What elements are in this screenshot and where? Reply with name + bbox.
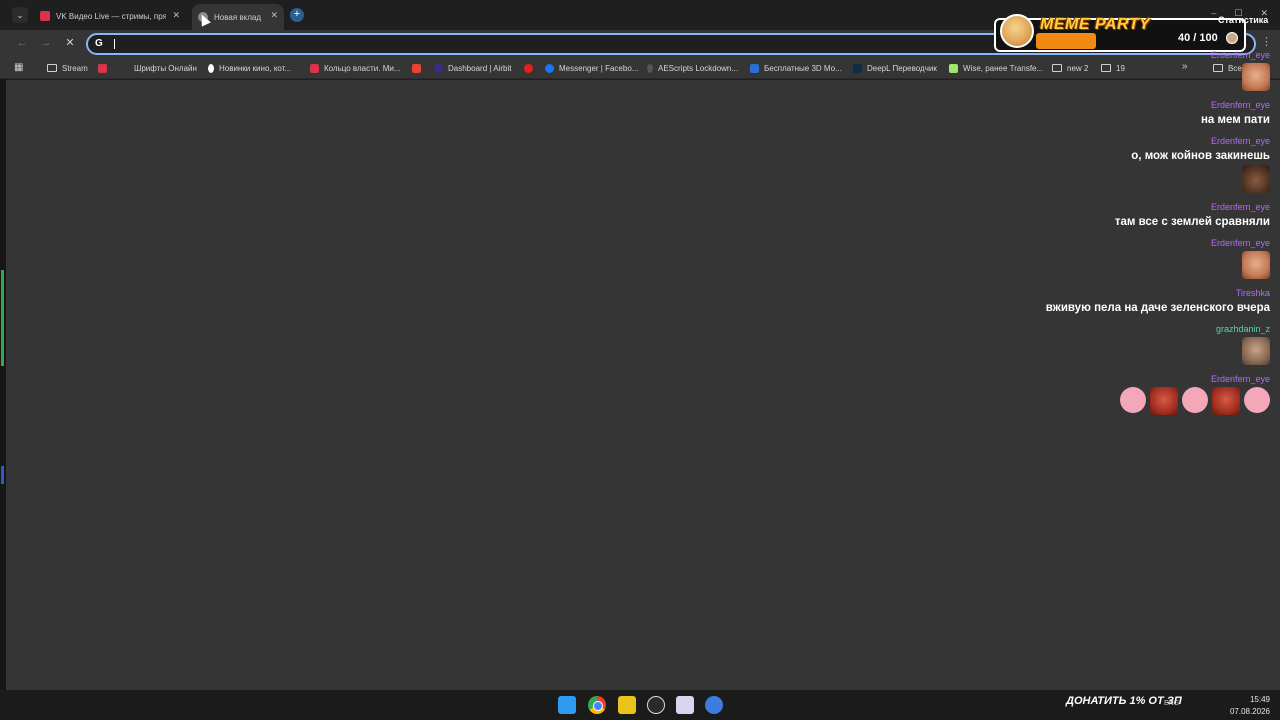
tab-favicon-icon <box>40 11 50 21</box>
browser-menu-icon[interactable]: ⋮ <box>1261 35 1272 48</box>
bookmark-gmail[interactable] <box>412 62 426 74</box>
bookmark-movies[interactable]: Новинки кино, кот... <box>208 62 291 74</box>
bookmark-messenger[interactable]: Messenger | Facebo... <box>545 62 638 74</box>
bookmark-rings-of-power[interactable]: Кольцо власти. Ми... <box>310 62 401 74</box>
chat-username: Erdenfern_eye <box>1210 50 1270 60</box>
close-tab-icon[interactable]: ✕ <box>270 10 278 21</box>
cup-emote-icon <box>1242 165 1270 193</box>
coin-icon <box>1226 32 1238 44</box>
tab-vk-video[interactable]: VK Видео Live — стримы, пря ✕ <box>34 4 186 28</box>
stop-loading-icon[interactable]: ✕ <box>62 35 78 51</box>
gmail-icon <box>412 63 421 73</box>
red-face-emote-icon <box>1150 387 1178 415</box>
bookmark-fonts[interactable]: Шрифты Онлайн <box>134 62 197 74</box>
windows-start-icon[interactable] <box>558 696 576 714</box>
left-edge-green-marker <box>1 270 4 366</box>
face-emote-icon <box>1242 63 1270 91</box>
close-tab-icon[interactable]: ✕ <box>172 10 180 21</box>
chat-username: grazhdanin_z <box>1215 324 1270 334</box>
bookmark-vk[interactable] <box>98 62 112 74</box>
chat-username: Erdenfern_eye <box>1210 374 1270 384</box>
taskbar: ДОНАТИТЬ 1% ОТ ЗП ENG 15:49 07.08.2026 <box>0 690 1280 720</box>
site-icon <box>310 63 319 73</box>
deepl-icon <box>853 63 862 73</box>
meme-party-widget: MEME PARTY 40 / 100 <box>994 14 1246 52</box>
meme-progress-bar <box>1036 33 1096 49</box>
bookmark-youtube[interactable] <box>524 62 538 74</box>
vk-icon <box>98 63 107 73</box>
pig-emote-icon <box>1120 387 1146 413</box>
bookmark-airbit[interactable]: Dashboard | Airbit <box>434 62 511 74</box>
clock-date: 07.08.2026 <box>1229 707 1270 716</box>
chat-message: Erdenfern_eye <box>1010 374 1270 415</box>
language-indicator[interactable]: ENG <box>1164 700 1179 707</box>
left-edge-blue-marker <box>1 466 4 484</box>
discord-icon[interactable] <box>676 696 694 714</box>
text-caret <box>114 39 115 49</box>
google-icon: G <box>95 38 103 49</box>
chrome-icon[interactable] <box>588 696 606 714</box>
forward-icon[interactable]: → <box>38 35 54 51</box>
chat-message: Erdenfern_eye там все с землей сравняли <box>1010 202 1270 229</box>
pig-emote-icon <box>1182 387 1208 413</box>
meme-party-count: 40 / 100 <box>1178 32 1218 44</box>
facebook-icon <box>545 63 554 73</box>
chat-username: Erdenfern_eye <box>1210 100 1270 110</box>
chat-message: grazhdanin_z <box>1010 324 1270 365</box>
chat-message: Tireshka вживую пела на даче зеленского … <box>1010 288 1270 315</box>
chat-message: Erdenfern_eye <box>1010 50 1270 91</box>
folder-icon <box>47 64 57 72</box>
youtube-icon <box>524 63 533 73</box>
bookmark-3d-models[interactable]: Бесплатные 3D Мо... <box>750 62 842 74</box>
chat-username: Erdenfern_eye <box>1210 202 1270 212</box>
red-face-emote-icon <box>1212 387 1240 415</box>
chat-username: Erdenfern_eye <box>1210 238 1270 248</box>
chat-message: Erdenfern_eye о, мож койнов закинешь <box>1010 136 1270 193</box>
doge-avatar <box>1000 14 1034 48</box>
chat-text: вживую пела на даче зеленского вчера <box>1045 302 1270 314</box>
clock[interactable]: 15:49 07.08.2026 <box>1226 694 1270 718</box>
meme-party-title: MEME PARTY <box>1040 16 1151 33</box>
tab-search-button[interactable]: ⌄ <box>12 7 28 23</box>
chat-username: Erdenfern_eye <box>1210 136 1270 146</box>
stream-chat: Erdenfern_eye Erdenfern_eye на мем пати … <box>1010 50 1270 424</box>
app-icon[interactable] <box>647 696 665 714</box>
clock-time: 15:49 <box>1249 695 1270 704</box>
3d-icon <box>750 63 759 73</box>
file-explorer-icon[interactable] <box>618 696 636 714</box>
tab-title: VK Видео Live — стримы, пря <box>56 11 166 21</box>
app-icon[interactable] <box>705 696 723 714</box>
bookmark-aescripts[interactable]: AEScripts Lockdown... <box>647 62 738 74</box>
new-tab-button[interactable]: + <box>290 8 304 22</box>
tab-title: Новая вклад <box>214 12 262 22</box>
chat-message: Erdenfern_eye <box>1010 238 1270 279</box>
chat-text: там все с землей сравняли <box>1114 216 1270 228</box>
back-icon[interactable]: ← <box>14 35 30 51</box>
chat-message: Erdenfern_eye на мем пати <box>1010 100 1270 127</box>
pig-emote-icon <box>1244 387 1270 413</box>
chat-username: Tireshka <box>1235 288 1270 298</box>
stats-label: Статистика <box>1218 15 1269 25</box>
man-emote-icon <box>1242 337 1270 365</box>
airbit-icon <box>434 63 443 73</box>
face-emote-icon <box>1242 251 1270 279</box>
wise-icon <box>949 63 958 73</box>
chat-text: о, мож койнов закинешь <box>1131 150 1270 162</box>
bookmark-deepl[interactable]: DeepL Переводчик <box>853 62 937 74</box>
chat-text: на мем пати <box>1200 114 1270 126</box>
site-icon <box>208 63 214 73</box>
apps-grid-icon[interactable]: ▦ <box>14 62 23 73</box>
aescripts-icon <box>647 63 653 73</box>
bookmark-stream[interactable]: Stream <box>47 62 88 74</box>
